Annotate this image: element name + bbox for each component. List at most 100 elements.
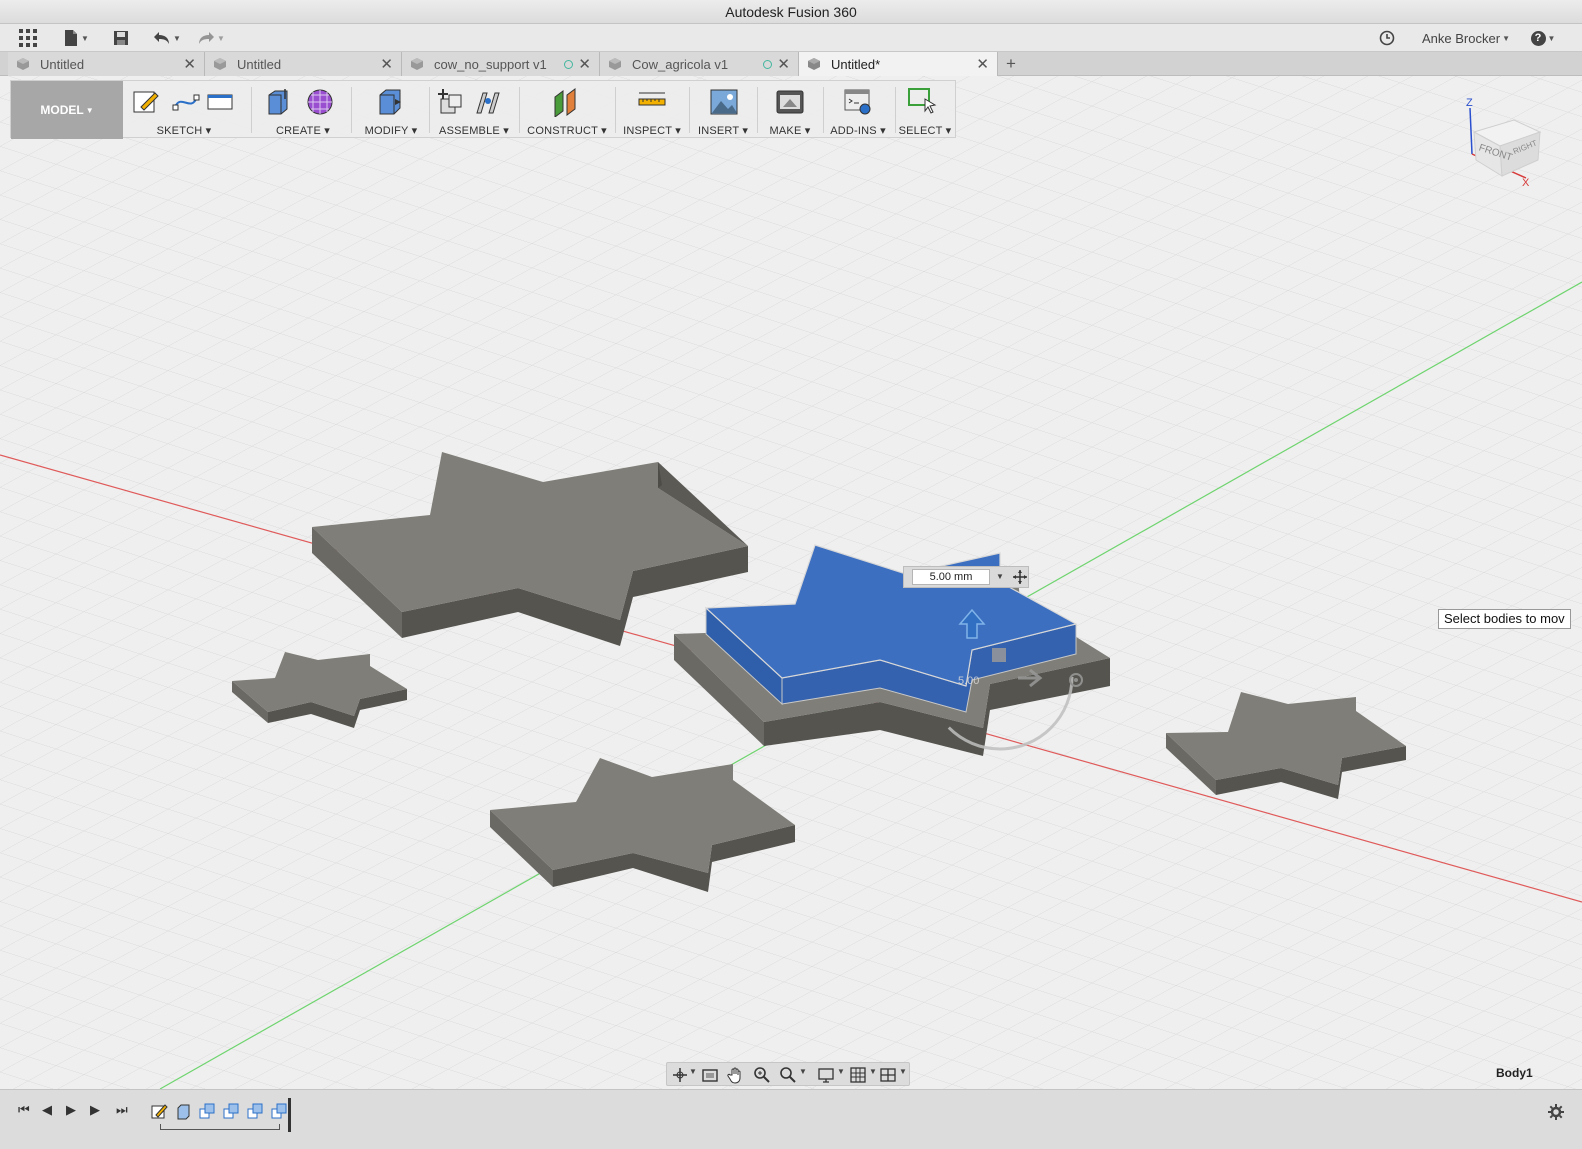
offset-plane-icon[interactable] — [551, 87, 581, 117]
insert-image-icon[interactable] — [709, 87, 739, 117]
copy-feature-icon[interactable] — [246, 1102, 264, 1120]
document-tab-active[interactable]: Untitled* ✕ — [799, 52, 998, 76]
orbit-icon[interactable] — [671, 1066, 689, 1084]
sync-status-icon — [763, 60, 772, 69]
canvas-viewport[interactable]: 5.00 — [0, 76, 1582, 1089]
ribbon-group-make[interactable]: MAKE ▾ — [759, 81, 821, 139]
tab-label: Untitled* — [831, 56, 881, 72]
move-mode-icon[interactable] — [1012, 569, 1028, 585]
ground-grid — [0, 76, 1582, 1089]
pan-icon[interactable] — [727, 1066, 745, 1084]
file-icon[interactable]: ▼ — [60, 26, 92, 50]
go-to-start-icon[interactable]: ⏮ — [18, 1102, 30, 1118]
chevron-down-icon[interactable]: ▼ — [869, 1067, 877, 1076]
document-icon — [17, 58, 29, 70]
select-icon[interactable] — [907, 87, 937, 117]
go-to-end-icon[interactable]: ⏭ — [116, 1102, 128, 1118]
chevron-down-icon[interactable]: ▼ — [899, 1067, 907, 1076]
close-icon[interactable]: ✕ — [976, 55, 989, 73]
plane-handle[interactable] — [992, 648, 1006, 662]
chevron-down-icon[interactable]: ▼ — [994, 569, 1006, 585]
tab-label: cow_no_support v1 — [434, 56, 547, 72]
step-back-icon[interactable]: ◀︎ — [42, 1102, 52, 1118]
close-icon[interactable]: ✕ — [380, 55, 393, 73]
viewports-icon[interactable] — [879, 1066, 897, 1084]
application-toolbar: ▼ ▼ ▼ Anke Brocker ▼ ? ▼ — [0, 24, 1582, 52]
chevron-down-icon: ▼ — [1502, 33, 1510, 43]
timeline-marker[interactable] — [288, 1098, 291, 1132]
joint-icon[interactable] — [473, 87, 503, 117]
ribbon-label: SKETCH ▾ — [156, 125, 212, 137]
new-component-icon[interactable] — [435, 87, 465, 117]
zoom-window-icon[interactable] — [779, 1066, 797, 1084]
ribbon-group-add-ins[interactable]: ADD-INS ▾ — [823, 81, 893, 139]
chevron-down-icon[interactable]: ▼ — [799, 1067, 807, 1076]
scene-canvas[interactable]: 5.00 — [0, 76, 1582, 1089]
ribbon-label: MODIFY ▾ — [364, 125, 418, 137]
3d-print-icon[interactable] — [775, 87, 805, 117]
ribbon-label: INSPECT ▾ — [623, 125, 681, 137]
ribbon-group-assemble[interactable]: ASSEMBLE ▾ — [431, 81, 517, 139]
rectangle-icon[interactable] — [205, 87, 235, 117]
sketch-feature-icon[interactable] — [150, 1102, 168, 1120]
toolbar-ribbon: MODEL ▼ SKETCH ▾ CREATE ▾ MODIFY ▾ ASSEMB… — [10, 80, 956, 139]
form-icon[interactable] — [305, 87, 335, 117]
extrude-icon[interactable] — [263, 87, 293, 117]
help-menu[interactable]: ? ▼ — [1526, 26, 1560, 50]
tab-label: Untitled — [40, 56, 85, 72]
look-at-icon[interactable] — [701, 1066, 719, 1084]
new-tab-button[interactable]: + — [1000, 52, 1022, 76]
scripts-icon[interactable] — [843, 87, 873, 117]
ribbon-group-select[interactable]: SELECT ▾ — [895, 81, 955, 139]
gear-icon[interactable] — [1548, 1104, 1564, 1120]
chevron-down-icon[interactable]: ▼ — [837, 1067, 845, 1076]
clock-icon[interactable] — [1376, 26, 1398, 50]
copy-feature-icon[interactable] — [270, 1102, 288, 1120]
redo-icon[interactable]: ▼ — [194, 26, 228, 50]
workspace-label: MODEL — [40, 103, 84, 117]
document-tab[interactable]: Untitled ✕ — [8, 52, 205, 76]
ribbon-label: ADD-INS ▾ — [830, 125, 886, 137]
measure-icon[interactable] — [637, 87, 667, 117]
grid-settings-icon[interactable] — [849, 1066, 867, 1084]
sync-status-icon — [564, 60, 573, 69]
ribbon-group-create[interactable]: CREATE ▾ — [257, 81, 349, 139]
copy-feature-icon[interactable] — [198, 1102, 216, 1120]
fusion-window: Autodesk Fusion 360 ▼ ▼ ▼ Anke Brocker▼ — [0, 0, 1582, 1149]
display-settings-icon[interactable] — [817, 1066, 835, 1084]
distance-field[interactable]: 5.00 mm — [912, 569, 990, 585]
workspace-switcher[interactable]: MODEL ▼ — [11, 81, 123, 139]
line-icon[interactable] — [171, 87, 201, 117]
save-icon[interactable] — [110, 26, 132, 50]
create-sketch-icon[interactable] — [131, 87, 161, 117]
selected-body-label: Body1 — [1496, 1066, 1533, 1080]
press-pull-icon[interactable] — [375, 87, 405, 117]
view-cube[interactable]: FRONT RIGHT Z X — [1462, 94, 1542, 190]
copy-feature-icon[interactable] — [222, 1102, 240, 1120]
ribbon-group-sketch[interactable]: SKETCH ▾ — [125, 81, 243, 139]
user-menu[interactable]: Anke Brocker ▼ — [1418, 26, 1514, 50]
x-axis-label: X — [1522, 177, 1530, 189]
play-icon[interactable]: ▶︎ — [66, 1102, 76, 1118]
ribbon-divider — [757, 87, 758, 133]
document-tab[interactable]: Cow_agricola v1 ✕ — [600, 52, 799, 76]
ribbon-group-construct[interactable]: CONSTRUCT ▾ — [521, 81, 613, 139]
help-icon: ? — [1530, 30, 1546, 46]
zoom-icon[interactable] — [753, 1066, 771, 1084]
ribbon-group-insert[interactable]: INSERT ▾ — [691, 81, 755, 139]
step-forward-icon[interactable]: ▶︎ — [90, 1102, 100, 1118]
grid-icon[interactable] — [16, 26, 40, 50]
ribbon-group-inspect[interactable]: INSPECT ▾ — [617, 81, 687, 139]
close-icon[interactable]: ✕ — [578, 55, 591, 73]
close-icon[interactable]: ✕ — [777, 55, 790, 73]
document-tab[interactable]: Untitled ✕ — [205, 52, 402, 76]
extrude-feature-icon[interactable] — [174, 1102, 192, 1120]
document-tab[interactable]: cow_no_support v1 ✕ — [402, 52, 600, 76]
plus-icon: + — [1006, 54, 1016, 73]
close-icon[interactable]: ✕ — [183, 55, 196, 73]
undo-icon[interactable]: ▼ — [150, 26, 184, 50]
document-icon — [808, 58, 820, 70]
ribbon-group-modify[interactable]: MODIFY ▾ — [355, 81, 427, 139]
chevron-down-icon[interactable]: ▼ — [689, 1067, 697, 1076]
ribbon-label: SELECT ▾ — [898, 125, 952, 137]
